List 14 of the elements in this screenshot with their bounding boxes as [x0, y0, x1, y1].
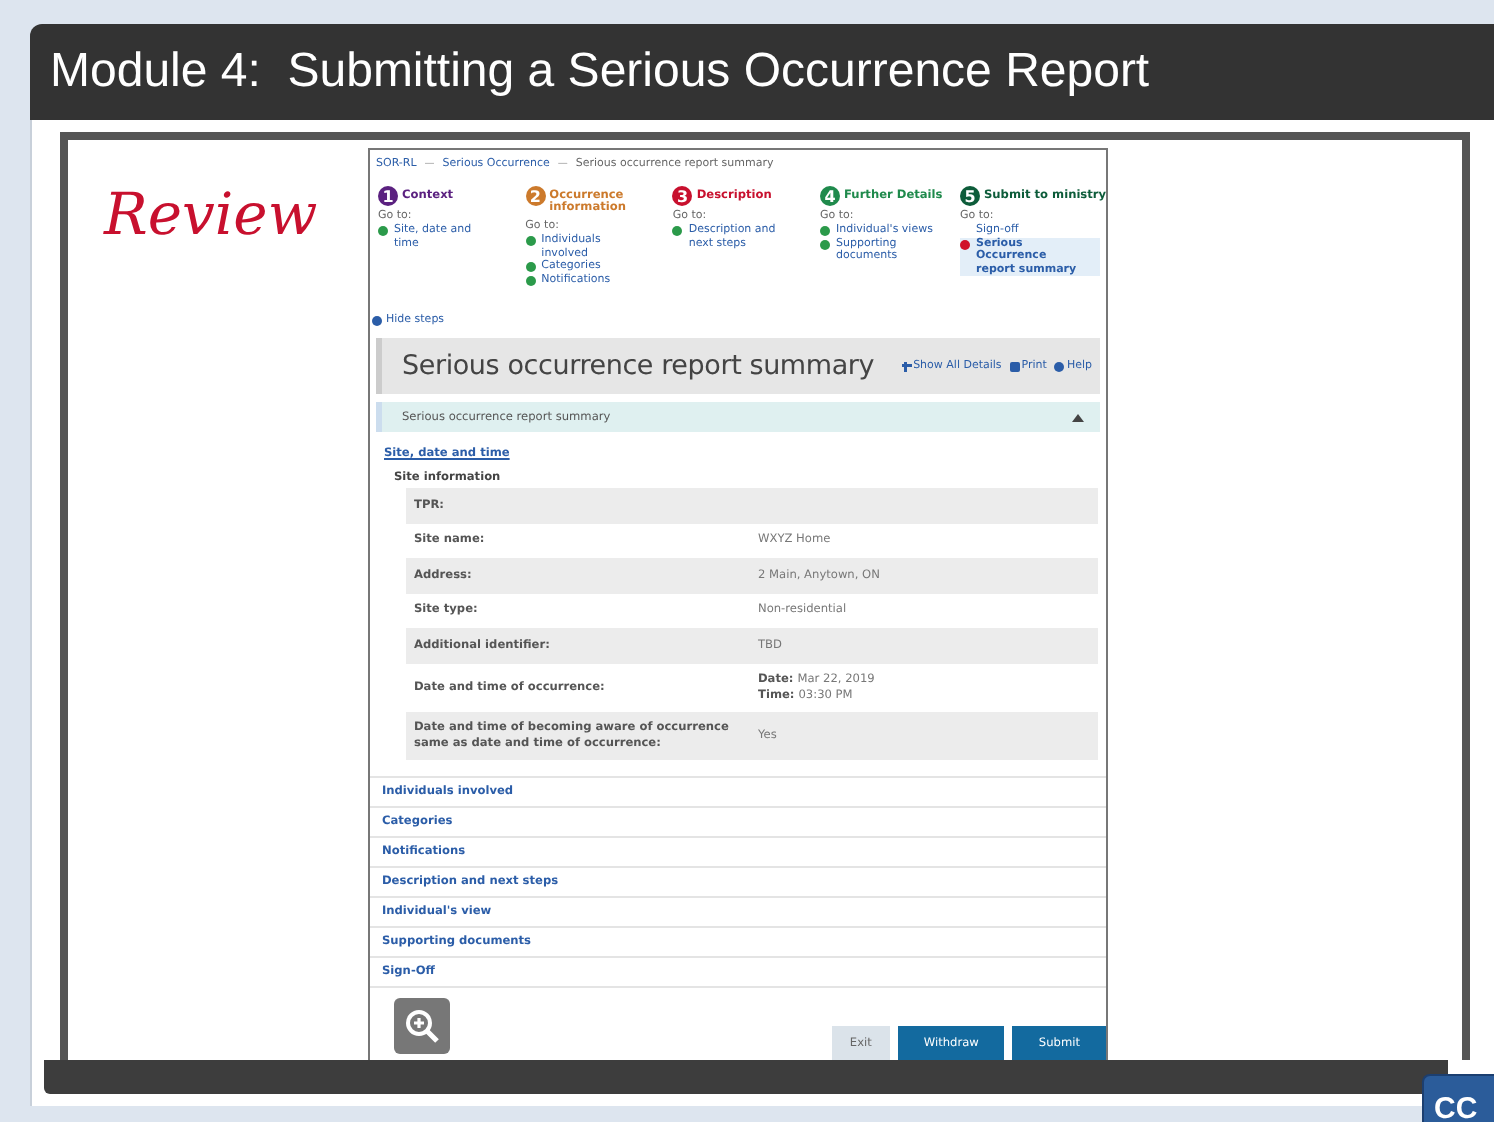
plus-icon: [901, 361, 912, 371]
review-caption: Review: [104, 180, 318, 248]
step-number: 4: [820, 186, 841, 206]
cc-button[interactable]: CC: [1422, 1074, 1494, 1122]
step-number: 3: [672, 186, 693, 206]
step-number: 2: [525, 186, 546, 206]
step-number: 5: [960, 186, 980, 206]
magnifier-icon: [404, 1008, 440, 1044]
page-title: Serious occurrence report summary: [402, 350, 875, 382]
zoom-button[interactable]: [394, 998, 450, 1054]
current-dot-icon: [960, 239, 970, 249]
step-number: 1: [378, 186, 398, 206]
slide-title: Module 4: Submitting a Serious Occurrence Report: [50, 44, 1150, 100]
caret-icon: [1072, 413, 1084, 421]
